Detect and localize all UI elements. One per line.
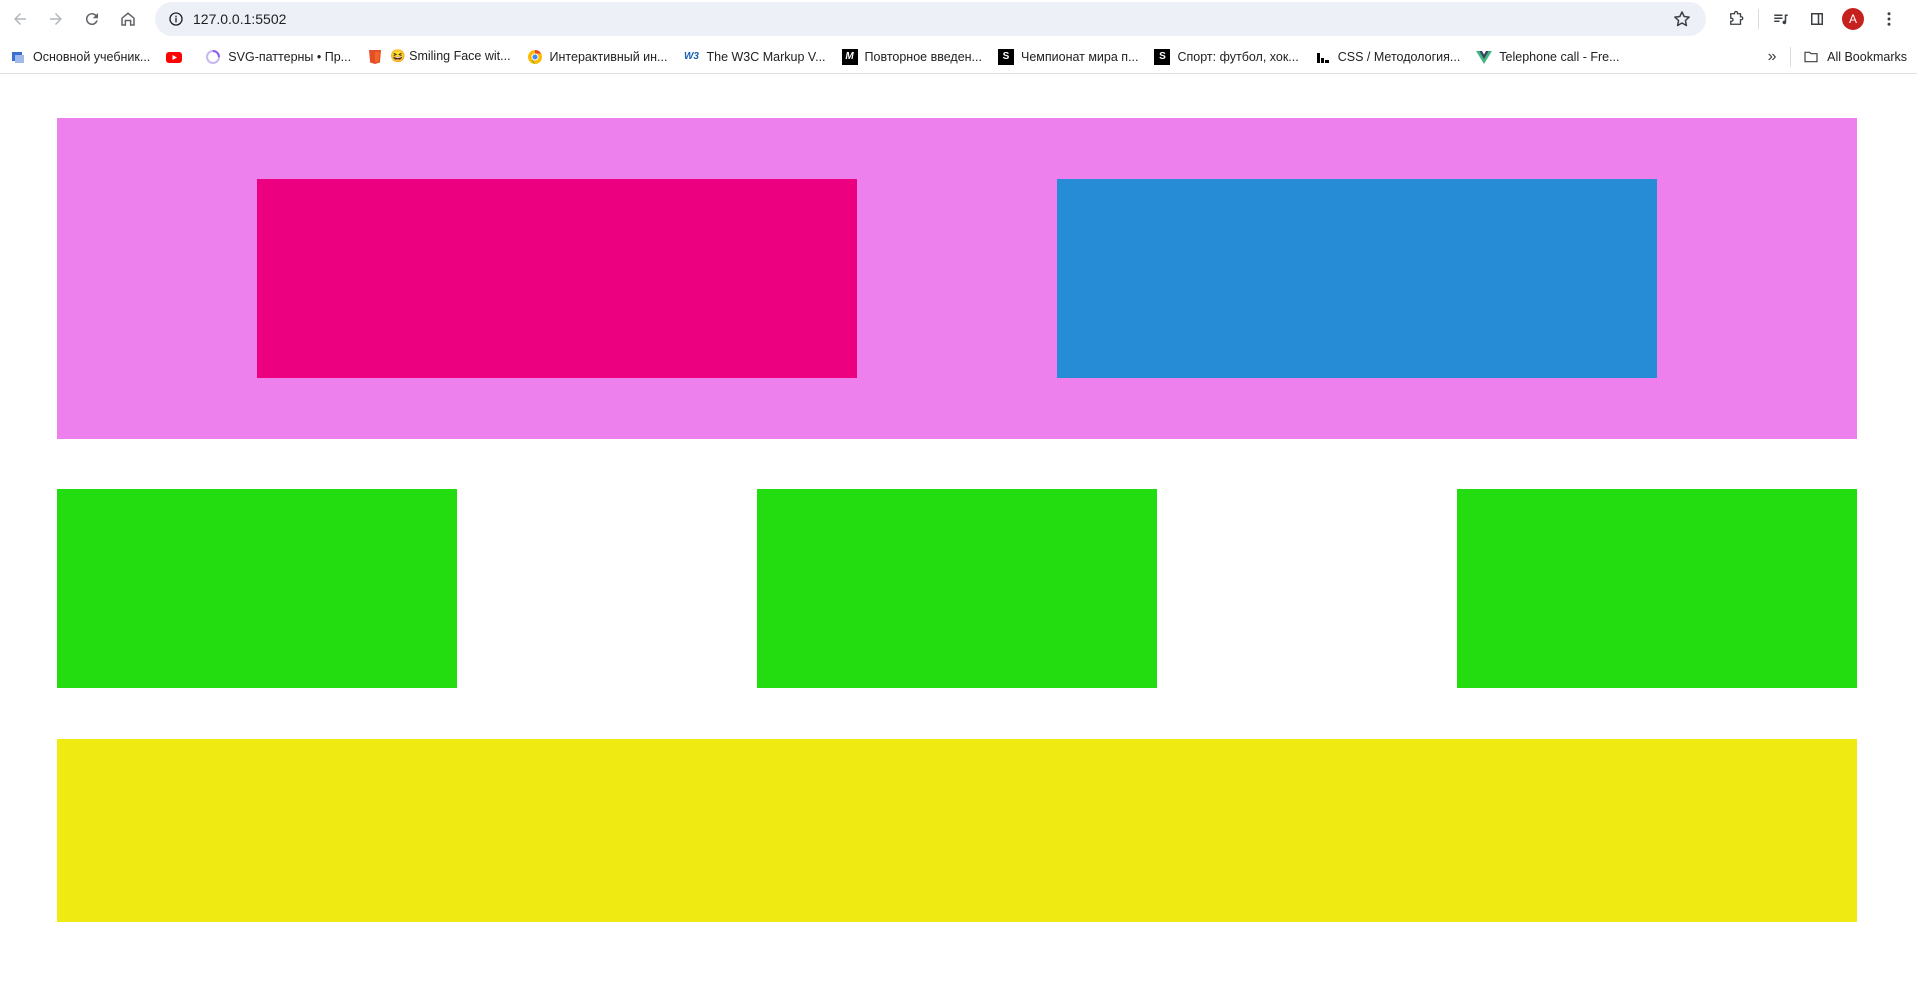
home-button[interactable]	[110, 1, 146, 37]
bookmark-item[interactable]: CSS / Методология...	[1307, 43, 1469, 71]
arrow-right-icon	[50, 13, 62, 25]
forward-button[interactable]	[38, 1, 74, 37]
bookmarks-bar-right: » All Bookmarks	[1758, 40, 1917, 74]
m-icon: M	[841, 48, 858, 65]
bookmark-star-icon[interactable]	[1672, 9, 1692, 29]
puzzle-icon	[1730, 10, 1744, 25]
folder-icon	[1804, 51, 1818, 63]
site-info-icon[interactable]	[163, 6, 189, 32]
all-bookmarks-button[interactable]: All Bookmarks	[1795, 49, 1917, 65]
header-block	[57, 118, 1857, 439]
bookmarks-bar: Основной учебник... SVG-паттерны • Пр...…	[0, 40, 1917, 74]
profile-button[interactable]: A	[1835, 1, 1871, 37]
s-icon: S	[1154, 48, 1171, 65]
back-button[interactable]	[2, 1, 38, 37]
bookmarks-divider	[1790, 47, 1792, 67]
media-controls-button[interactable]	[1763, 1, 1799, 37]
avatar: A	[1842, 8, 1864, 30]
bookmark-item[interactable]: Telephone call - Fre...	[1468, 43, 1627, 71]
bookmark-item[interactable]: S Спорт: футбол, хок...	[1146, 43, 1306, 71]
menu-button[interactable]	[1871, 1, 1907, 37]
book-icon	[10, 49, 26, 65]
arrow-left-icon	[14, 13, 26, 25]
bookmark-item[interactable]: SVG-паттерны • Пр...	[197, 43, 359, 71]
w3c-icon: W3	[683, 51, 699, 62]
url-text[interactable]: 127.0.0.1:5502	[193, 11, 286, 27]
kebab-menu-icon	[1887, 12, 1891, 26]
green-block-center	[757, 489, 1157, 688]
address-bar[interactable]: 127.0.0.1:5502	[155, 2, 1706, 36]
toolbar-actions: A	[1718, 0, 1907, 38]
bookmark-item[interactable]: S Чемпионат мира п...	[990, 43, 1147, 71]
s-icon: S	[997, 48, 1014, 65]
bookmark-item[interactable]: Интерактивный ин...	[519, 43, 676, 71]
playlist-icon	[1774, 14, 1788, 25]
home-icon	[121, 12, 135, 26]
side-panel-icon	[1811, 13, 1823, 25]
reload-icon	[85, 13, 98, 26]
bookmark-item[interactable]: Основной учебник...	[0, 43, 158, 71]
toolbar-divider	[1758, 9, 1759, 29]
youtube-icon	[166, 49, 183, 65]
bookmark-item[interactable]: 😆 Smiling Face wit...	[359, 43, 518, 71]
chart-icon	[1315, 49, 1331, 65]
vue-icon	[1476, 49, 1493, 65]
green-block-left	[57, 489, 457, 688]
footer-block	[57, 739, 1857, 922]
html5-icon	[367, 49, 383, 65]
chevron-double-right-icon[interactable]: »	[1758, 43, 1786, 71]
loader-icon	[205, 49, 221, 65]
chrome-icon	[527, 49, 543, 65]
browser-toolbar: 127.0.0.1:5502 A	[0, 0, 1917, 38]
side-panel-button[interactable]	[1799, 1, 1835, 37]
page-viewport	[0, 76, 1917, 984]
bookmark-item[interactable]: M Повторное введен...	[834, 43, 990, 71]
green-block-right	[1457, 489, 1857, 688]
extensions-button[interactable]	[1718, 1, 1754, 37]
blue-block	[1057, 179, 1657, 378]
reload-button[interactable]	[74, 1, 110, 37]
bookmark-item[interactable]	[158, 43, 197, 71]
bookmark-item[interactable]: W3 The W3C Markup V...	[675, 43, 833, 71]
pink-block	[257, 179, 857, 378]
